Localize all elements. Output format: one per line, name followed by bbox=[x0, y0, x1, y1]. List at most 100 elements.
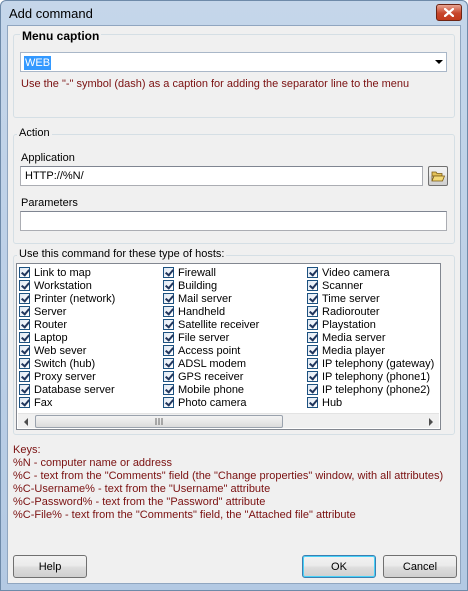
host-item[interactable]: Time server bbox=[307, 292, 434, 305]
host-item[interactable]: Access point bbox=[163, 344, 259, 357]
checkbox[interactable] bbox=[163, 280, 174, 291]
checkbox[interactable] bbox=[307, 319, 318, 330]
scroll-thumb[interactable] bbox=[35, 415, 283, 428]
horizontal-scrollbar[interactable] bbox=[18, 413, 439, 428]
host-item[interactable]: IP telephony (phone1) bbox=[307, 370, 434, 383]
checkbox[interactable] bbox=[163, 319, 174, 330]
menu-caption-combobox[interactable]: WEB bbox=[20, 52, 447, 72]
checkbox[interactable] bbox=[19, 319, 30, 330]
checkbox[interactable] bbox=[163, 397, 174, 408]
grip-icon bbox=[155, 418, 163, 425]
host-item[interactable]: Radiorouter bbox=[307, 305, 434, 318]
host-item[interactable]: ADSL modem bbox=[163, 357, 259, 370]
checkbox[interactable] bbox=[19, 306, 30, 317]
chevron-down-icon[interactable] bbox=[435, 60, 443, 64]
key-line: %C - text from the "Comments" field (the… bbox=[13, 470, 444, 482]
arrow-right-icon bbox=[429, 417, 433, 426]
host-item[interactable]: Building bbox=[163, 279, 259, 292]
menu-caption-label: Menu caption bbox=[20, 29, 102, 43]
checkbox[interactable] bbox=[307, 267, 318, 278]
host-item[interactable]: Printer (network) bbox=[19, 292, 115, 305]
checkbox[interactable] bbox=[307, 332, 318, 343]
host-item[interactable]: Fax bbox=[19, 396, 115, 409]
menu-caption-value: WEB bbox=[24, 56, 52, 70]
host-item[interactable]: Playstation bbox=[307, 318, 434, 331]
host-type-list[interactable]: Link to map Workstation Printer (network… bbox=[16, 263, 441, 430]
checkbox[interactable] bbox=[307, 280, 318, 291]
host-item[interactable]: Router bbox=[19, 318, 115, 331]
arrow-left-icon bbox=[24, 417, 28, 426]
checkbox[interactable] bbox=[19, 267, 30, 278]
checkbox[interactable] bbox=[19, 358, 30, 369]
checkbox[interactable] bbox=[163, 306, 174, 317]
help-button[interactable]: Help bbox=[13, 555, 87, 578]
parameters-field[interactable] bbox=[20, 211, 447, 231]
host-item[interactable]: Server bbox=[19, 305, 115, 318]
checkbox[interactable] bbox=[163, 345, 174, 356]
host-item[interactable]: File server bbox=[163, 331, 259, 344]
checkbox[interactable] bbox=[307, 397, 318, 408]
key-line: %N - computer name or address bbox=[13, 457, 172, 469]
host-item[interactable]: Media player bbox=[307, 344, 434, 357]
checkbox[interactable] bbox=[163, 384, 174, 395]
window-title: Add command bbox=[9, 6, 93, 21]
host-item[interactable]: Database server bbox=[19, 383, 115, 396]
checkbox[interactable] bbox=[307, 384, 318, 395]
host-item[interactable]: Laptop bbox=[19, 331, 115, 344]
scroll-left-button[interactable] bbox=[18, 414, 34, 429]
checkbox[interactable] bbox=[163, 293, 174, 304]
checkbox[interactable] bbox=[19, 280, 30, 291]
cancel-button[interactable]: Cancel bbox=[383, 555, 457, 578]
checkbox[interactable] bbox=[19, 397, 30, 408]
host-item[interactable]: Handheld bbox=[163, 305, 259, 318]
host-item[interactable]: Mail server bbox=[163, 292, 259, 305]
host-item[interactable]: Media server bbox=[307, 331, 434, 344]
dialog-client: Menu caption WEB Use the "-" symbol (das… bbox=[7, 25, 461, 584]
host-item[interactable]: IP telephony (gateway) bbox=[307, 357, 434, 370]
host-item[interactable]: Video camera bbox=[307, 266, 434, 279]
key-line: %C-File% - text from the "Comments" fiel… bbox=[13, 509, 356, 521]
checkbox[interactable] bbox=[307, 358, 318, 369]
title-bar[interactable]: Add command bbox=[1, 1, 467, 25]
checkbox[interactable] bbox=[307, 371, 318, 382]
application-field[interactable]: HTTP://%N/ bbox=[20, 166, 423, 186]
checkbox[interactable] bbox=[19, 293, 30, 304]
checkbox[interactable] bbox=[307, 293, 318, 304]
host-item[interactable]: Switch (hub) bbox=[19, 357, 115, 370]
key-line: %C-Username% - text from the "Username" … bbox=[13, 483, 271, 495]
browse-button[interactable] bbox=[428, 166, 448, 186]
ok-button[interactable]: OK bbox=[302, 555, 376, 578]
application-label: Application bbox=[21, 152, 75, 164]
host-item[interactable]: Proxy server bbox=[19, 370, 115, 383]
action-legend: Action bbox=[17, 127, 52, 139]
add-command-dialog: Add command Menu caption WEB Use the "-"… bbox=[0, 0, 468, 591]
host-item[interactable]: Satellite receiver bbox=[163, 318, 259, 331]
host-item[interactable]: Hub bbox=[307, 396, 434, 409]
host-item[interactable]: Photo camera bbox=[163, 396, 259, 409]
checkbox[interactable] bbox=[163, 267, 174, 278]
host-item[interactable]: Workstation bbox=[19, 279, 115, 292]
close-button[interactable] bbox=[436, 4, 462, 21]
checkbox[interactable] bbox=[163, 358, 174, 369]
host-item[interactable]: IP telephony (phone2) bbox=[307, 383, 434, 396]
checkbox[interactable] bbox=[163, 332, 174, 343]
checkbox[interactable] bbox=[19, 384, 30, 395]
host-item[interactable]: Link to map bbox=[19, 266, 115, 279]
checkbox[interactable] bbox=[19, 332, 30, 343]
checkbox[interactable] bbox=[307, 306, 318, 317]
menu-caption-group bbox=[13, 34, 455, 118]
keys-legend: Keys: %N - computer name or address %C -… bbox=[13, 444, 443, 522]
scroll-right-button[interactable] bbox=[423, 414, 439, 429]
checkbox[interactable] bbox=[307, 345, 318, 356]
host-item[interactable]: Scanner bbox=[307, 279, 434, 292]
host-item[interactable]: Mobile phone bbox=[163, 383, 259, 396]
checkbox[interactable] bbox=[163, 371, 174, 382]
checkbox[interactable] bbox=[19, 371, 30, 382]
host-item[interactable]: GPS receiver bbox=[163, 370, 259, 383]
host-item[interactable]: Firewall bbox=[163, 266, 259, 279]
close-icon bbox=[444, 8, 454, 17]
host-item[interactable]: Web sever bbox=[19, 344, 115, 357]
parameters-label: Parameters bbox=[21, 197, 78, 209]
checkbox[interactable] bbox=[19, 345, 30, 356]
host-column-2: Firewall Building Mail server Handheld S… bbox=[163, 266, 259, 409]
